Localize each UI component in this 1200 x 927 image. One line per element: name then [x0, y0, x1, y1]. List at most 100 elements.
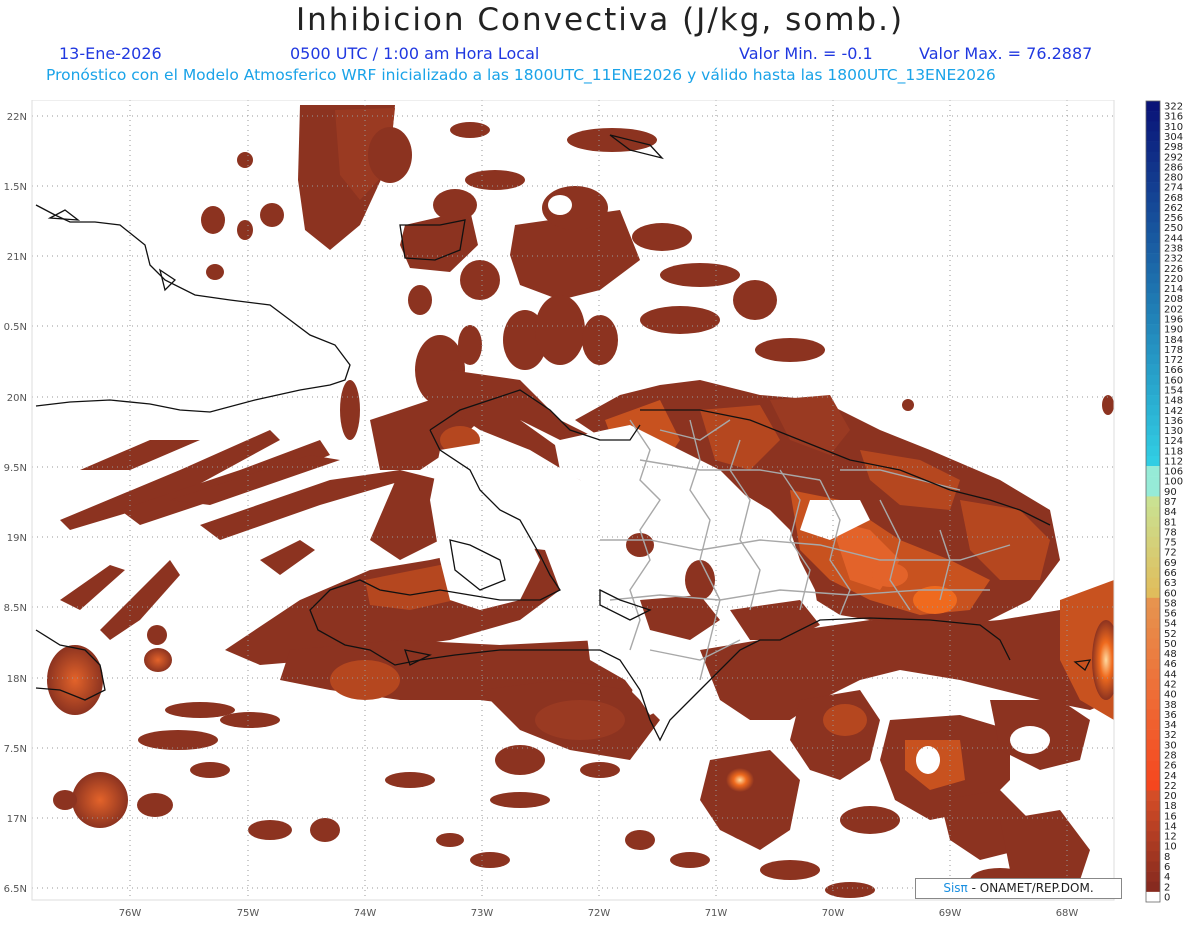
colorbar-swatch	[1146, 384, 1160, 396]
colorbar-swatch	[1146, 597, 1160, 609]
lon-label: 74W	[354, 908, 377, 919]
colorbar-swatch	[1146, 101, 1160, 112]
colorbar-swatch	[1146, 202, 1160, 213]
colorbar-swatch	[1146, 607, 1160, 619]
colorbar-swatch	[1146, 253, 1160, 264]
colorbar-swatch	[1146, 729, 1160, 741]
colorbar-swatch	[1146, 577, 1160, 588]
lat-label: 6.5N	[4, 884, 27, 895]
colorbar-swatch	[1146, 628, 1160, 639]
lon-label: 73W	[471, 908, 494, 919]
colorbar-swatch	[1146, 689, 1160, 700]
lat-label: 20N	[7, 393, 27, 404]
colorbar-swatch	[1146, 831, 1160, 842]
colorbar-swatch	[1146, 567, 1160, 578]
colorbar-swatch	[1146, 760, 1160, 771]
colorbar-swatch	[1146, 313, 1160, 325]
lat-label: 1.5N	[4, 182, 27, 193]
lon-label: 70W	[822, 908, 845, 919]
colorbar-swatch	[1146, 861, 1160, 872]
colorbar-swatch	[1146, 699, 1160, 710]
colorbar-swatch	[1146, 324, 1160, 335]
colorbar-swatch	[1146, 871, 1160, 883]
colorbar-swatch	[1146, 405, 1160, 416]
credit-text: - ONAMET/REP.DOM.	[971, 881, 1094, 895]
colorbar-swatch	[1146, 222, 1160, 234]
colorbar-swatch	[1146, 790, 1160, 801]
colorbar-swatch	[1146, 293, 1160, 305]
colorbar-swatch	[1146, 374, 1160, 386]
colorbar-swatch	[1146, 131, 1160, 142]
longitude-labels: 76W 75W 74W 73W 72W 71W 70W 69W 68W	[119, 908, 1079, 919]
colorbar-label: 0	[1164, 892, 1170, 903]
chart-title: Inhibicion Convectiva (J/kg, somb.)	[295, 2, 905, 38]
colorbar-swatch	[1146, 749, 1160, 761]
colorbar-swatch	[1146, 334, 1160, 345]
lat-label: 19N	[7, 533, 27, 544]
colorbar-swatch	[1146, 111, 1160, 122]
colorbar-swatch	[1146, 151, 1160, 163]
min-value: Valor Min. = -0.1	[739, 44, 873, 63]
colorbar-swatch	[1146, 547, 1160, 558]
colorbar-swatch	[1146, 364, 1160, 376]
colorbar-swatch	[1146, 851, 1160, 862]
lat-label: 18N	[7, 674, 27, 685]
colorbar-swatch	[1146, 283, 1160, 294]
colorbar-swatch	[1146, 445, 1160, 457]
colorbar-swatch	[1146, 242, 1160, 254]
colorbar-swatch	[1146, 192, 1160, 203]
colorbar-swatch	[1146, 506, 1160, 518]
colorbar-swatch	[1146, 476, 1160, 487]
colorbar-swatch	[1146, 820, 1160, 832]
lat-label: 0.5N	[4, 322, 27, 333]
colorbar-swatch	[1146, 161, 1160, 173]
colorbar-swatch	[1146, 770, 1160, 781]
colorbar-swatch	[1146, 303, 1160, 315]
latitude-labels: 22N 1.5N 21N 0.5N 20N 9.5N 19N 8.5N 18N …	[4, 112, 27, 895]
credit-box: Sisπ - ONAMET/REP.DOM.	[915, 878, 1122, 899]
colorbar-swatch	[1146, 810, 1160, 822]
colorbar-swatch	[1146, 800, 1160, 812]
colorbar-swatch	[1146, 496, 1160, 507]
colorbar-swatch	[1146, 841, 1160, 852]
colorbar-swatch	[1146, 719, 1160, 730]
colorbar-swatch	[1146, 486, 1160, 497]
colorbar-swatch	[1146, 273, 1160, 284]
colorbar-swatch	[1146, 263, 1160, 274]
colorbar-swatch	[1146, 526, 1160, 538]
colorbar-swatch	[1146, 739, 1160, 751]
colorbar-swatch	[1146, 709, 1160, 720]
colorbar-swatch	[1146, 455, 1160, 467]
lat-label: 8.5N	[4, 603, 27, 614]
sispi-logo: Sisπ	[943, 881, 968, 895]
colorbar-swatch	[1146, 121, 1160, 132]
colorbar-swatch	[1146, 618, 1160, 629]
max-value: Valor Max. = 76.2887	[919, 44, 1093, 63]
colorbar-swatch	[1146, 171, 1160, 183]
lat-label: 9.5N	[4, 463, 27, 474]
lon-label: 69W	[939, 908, 962, 919]
lon-label: 71W	[705, 908, 728, 919]
colorbar-swatch	[1146, 344, 1160, 355]
lat-label: 22N	[7, 112, 27, 123]
colorbar-swatch	[1146, 212, 1160, 223]
colorbar-swatch	[1146, 232, 1160, 244]
colorbar-swatch	[1146, 678, 1160, 690]
cin-field	[47, 105, 1114, 898]
colorbar-swatch	[1146, 354, 1160, 365]
colorbar-swatch	[1146, 182, 1160, 193]
forecast-description: Pronóstico con el Modelo Atmosferico WRF…	[46, 66, 996, 84]
cin-map: 76W 75W 74W 73W 72W 71W 70W 69W 68W 22N …	[4, 100, 1183, 919]
colorbar-swatch	[1146, 435, 1160, 447]
colorbar-swatch	[1146, 425, 1160, 436]
lat-label: 17N	[7, 814, 27, 825]
lat-label: 7.5N	[4, 744, 27, 755]
forecast-time: 0500 UTC / 1:00 am Hora Local	[290, 44, 540, 63]
colorbar-swatch	[1146, 638, 1160, 649]
colorbar-swatch	[1146, 587, 1160, 599]
colorbar: 3223163103042982922862802742682622562502…	[1145, 100, 1183, 903]
colorbar-swatch	[1146, 668, 1160, 680]
lon-label: 68W	[1056, 908, 1079, 919]
forecast-date: 13-Ene-2026	[59, 44, 162, 63]
colorbar-swatch	[1146, 658, 1160, 670]
